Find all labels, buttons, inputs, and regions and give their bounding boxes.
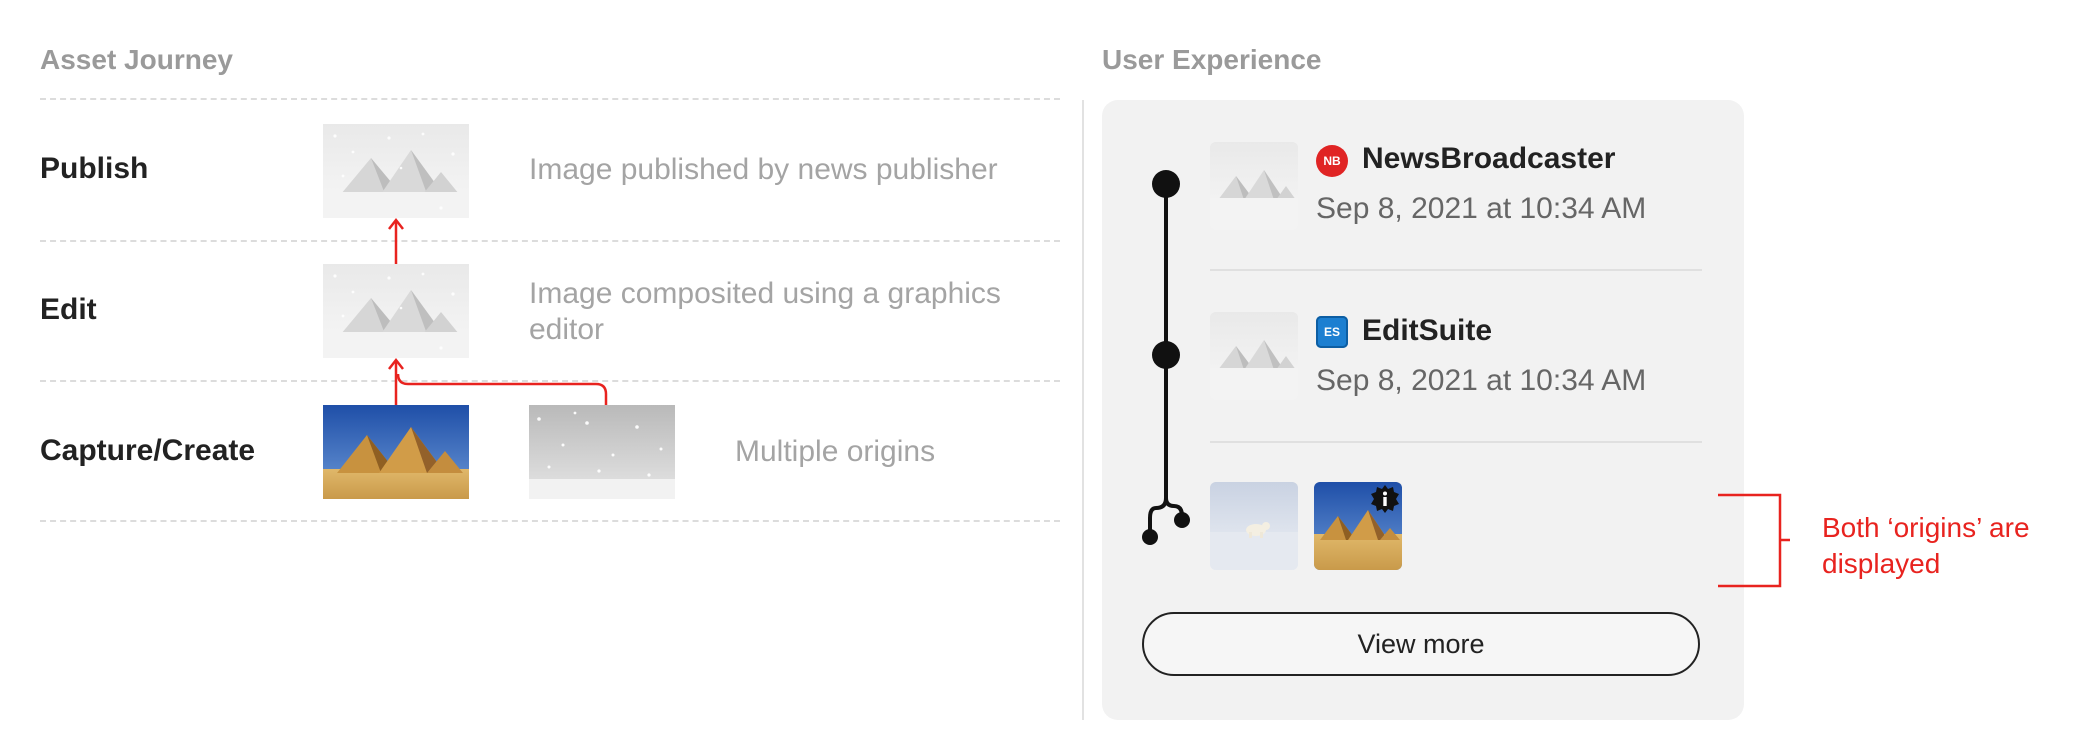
entry-separator bbox=[1210, 269, 1702, 271]
user-experience-title: User Experience bbox=[1102, 44, 1322, 75]
entry-date: Sep 8, 2021 at 10:34 AM bbox=[1316, 364, 1647, 397]
editsuite-thumbnail[interactable] bbox=[1210, 312, 1298, 400]
entry-separator bbox=[1210, 441, 1702, 443]
editsuite-logo-icon: ES bbox=[1316, 316, 1348, 348]
timeline-node-icon bbox=[1142, 529, 1158, 545]
info-icon[interactable] bbox=[1370, 484, 1400, 514]
timeline-connector bbox=[1142, 170, 1190, 545]
row-divider bbox=[40, 520, 1060, 522]
annotation-text: Both ‘origins’ are displayed bbox=[1822, 512, 2030, 579]
view-more-button[interactable]: View more bbox=[1142, 612, 1700, 676]
timeline-node-icon bbox=[1174, 512, 1190, 528]
timeline-node-icon bbox=[1152, 170, 1180, 198]
entry-app-name: NewsBroadcaster bbox=[1362, 142, 1616, 175]
timeline-node-icon bbox=[1152, 341, 1180, 369]
annotation-bracket bbox=[1718, 493, 1790, 588]
entry-app-name: EditSuite bbox=[1362, 314, 1493, 347]
polar-bear-origin-thumbnail[interactable] bbox=[1210, 482, 1298, 570]
newsbroadcaster-thumbnail[interactable] bbox=[1210, 142, 1298, 230]
provenance-arrows bbox=[388, 217, 608, 405]
newsbroadcaster-logo-icon: NB bbox=[1316, 145, 1348, 177]
entry-date: Sep 8, 2021 at 10:34 AM bbox=[1316, 192, 1647, 225]
column-divider bbox=[1082, 100, 1084, 720]
